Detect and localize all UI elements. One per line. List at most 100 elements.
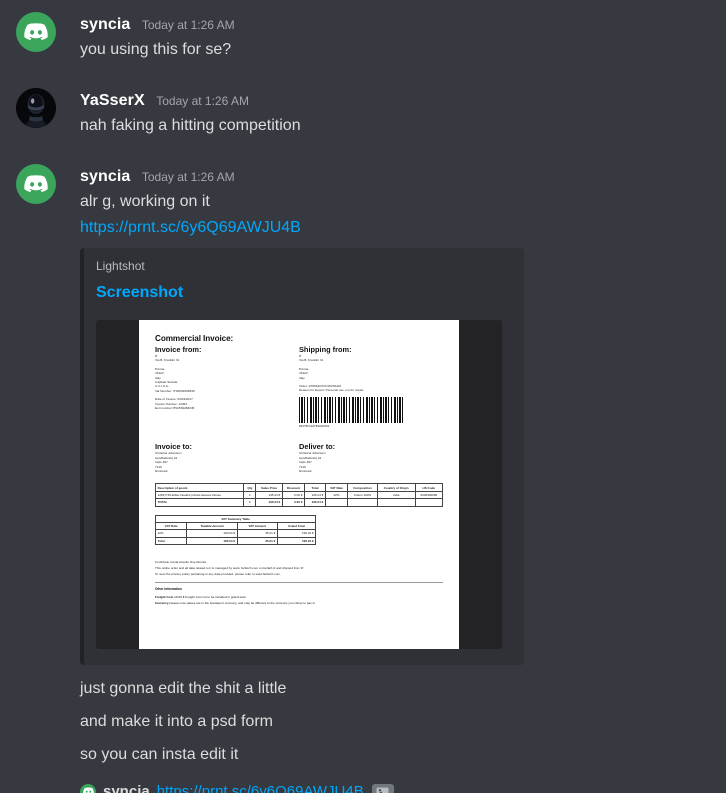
- message-body: syncia Today at 1:26 AM you using this f…: [80, 14, 726, 62]
- cell-total-label: TOTAL: [154, 498, 245, 507]
- divider: [155, 582, 443, 583]
- message-author[interactable]: syncia: [80, 168, 130, 185]
- col-hs-code: HS Code: [414, 483, 444, 492]
- invoice-heading: Commercial Invoice:: [155, 334, 234, 343]
- cell-total-sales-price: 195.24 €: [255, 498, 283, 507]
- message-header: syncia Today at 1:26 AM: [80, 14, 710, 36]
- message-timestamp: Today at 1:26 AM: [141, 170, 235, 184]
- invoice-to-label: Invoice to:: [155, 442, 192, 452]
- avatar[interactable]: [16, 164, 56, 204]
- col-vat-amount: VAT Amount: [236, 521, 278, 531]
- address-line: Denmark: [155, 468, 168, 473]
- col-sales-price: Sales Price: [255, 483, 283, 492]
- cell-description: 12817745-Erika Cavalini printed sleeves …: [154, 490, 245, 500]
- message-author[interactable]: YaSserX: [80, 92, 145, 109]
- col-total: Total: [304, 483, 326, 492]
- message-group: YaSserX Today at 1:26 AM nah faking a hi…: [0, 88, 726, 138]
- discord-logo-icon: [24, 175, 48, 193]
- cell-qty: 1: [243, 490, 257, 500]
- table-header-row: VAT Rate Taxable Amount VAT Amount Grand…: [154, 521, 317, 531]
- table-row: 22% 160.04 € 35.21 € 195.24 €: [154, 529, 317, 538]
- message-header: YaSserX Today at 1:26 AM: [80, 90, 710, 112]
- vat-summary-table: VAT Summary Table VAT Rate Taxable Amoun…: [154, 514, 317, 546]
- eori-number: Eori number:IT02539268345: [155, 406, 195, 411]
- cell-total-grand: 195.24 €: [276, 536, 317, 546]
- cell-country: India: [376, 490, 416, 500]
- cell-vat-rate: 22%: [154, 529, 188, 538]
- cell-discount: 0.00 €: [281, 490, 306, 500]
- shipping-from-address: D' Via B. Franklin 31: [299, 354, 443, 363]
- table-caption-row: VAT Summary Table: [154, 514, 317, 523]
- col-grand-total: Grand Total: [276, 521, 317, 531]
- cell-total-label: Total: [154, 536, 188, 546]
- cell-hs-code: 6206300090: [414, 490, 444, 500]
- address-line: Denmark: [299, 468, 312, 473]
- invoice-from-label: Invoice from:: [155, 345, 202, 354]
- cell-total-total: 195.24 €: [304, 498, 326, 507]
- export-reason: Reason for Export: Personal use, not for…: [299, 388, 364, 393]
- address-line: Vat Number: IT02539268345: [155, 388, 195, 393]
- cell-total-qty: 1: [243, 498, 257, 507]
- cell-empty: [347, 498, 378, 507]
- invoice-from-address: D' Via B. Franklin 31: [155, 354, 299, 363]
- message-timestamp: Today at 1:26 AM: [156, 94, 249, 108]
- col-taxable-amount: Taxable Amount: [186, 521, 238, 531]
- address-line: Via B. Franklin 31: [299, 358, 324, 363]
- link-embed: Lightshot Screenshot Commercial Invoice:…: [80, 248, 524, 665]
- message-group: syncia Today at 1:26 AM alr g, working o…: [0, 164, 726, 767]
- col-vat-rate: VAT Rate: [324, 483, 349, 492]
- cell-taxable: 160.04 €: [186, 529, 238, 538]
- col-composition: Composition: [347, 483, 378, 492]
- cell-empty: [376, 498, 416, 507]
- message-content: alr g, working on it: [80, 193, 210, 210]
- table-total-row: Total 160.04 € 35.21 € 195.24 €: [154, 536, 317, 546]
- col-description: Description of goods: [154, 483, 245, 492]
- message-link[interactable]: https://prnt.sc/6y6Q69AWJU4B: [80, 214, 710, 240]
- message-author[interactable]: syncia: [80, 16, 130, 33]
- table-row: 12817745-Erika Cavalini printed sleeves …: [154, 490, 444, 500]
- export-info: Order: 2X5592/OOO16278442 Reason for Exp…: [299, 384, 443, 393]
- discord-chat-view: syncia Today at 1:26 AM you using this f…: [0, 12, 726, 793]
- avatar[interactable]: [16, 88, 56, 128]
- invoice-footer: Contributo Conai Assolto Ove Dovuto This…: [155, 559, 443, 606]
- message-content: you using this for se?: [80, 41, 232, 58]
- invoice-from-address-2: Parma 43122 Italy Capitale Sociale: C.C.…: [155, 367, 299, 393]
- cell-total-vat: 35.21 €: [236, 536, 278, 546]
- avatar[interactable]: [16, 12, 56, 52]
- message-content: so you can insta edit it: [80, 746, 239, 763]
- cell-sales-price: 195.24 €: [255, 490, 283, 500]
- goods-table: Description of goods Qty Sales Price Dis…: [154, 483, 444, 507]
- freight-cost-value: 10.00 € Freight cost not to be included …: [174, 595, 246, 599]
- message-group: syncia Today at 1:26 AM you using this f…: [0, 12, 726, 62]
- table-total-row: TOTAL 1 195.24 € 0.00 € 195.24 €: [154, 498, 444, 507]
- freight-cost-label: Freight Cost: [155, 595, 174, 599]
- shipping-from-label: Shipping from:: [299, 345, 352, 354]
- cell-grand: 195.24 €: [276, 529, 317, 538]
- deliver-to-address: Christina Johansen GeldSaltoVej 34 Vejle…: [299, 451, 443, 473]
- barcode-number: 05475F102784A2F001: [299, 424, 330, 429]
- discord-logo-icon: [24, 23, 48, 41]
- invoice-meta: Date of Invoice: 03/04/2017 Invoice Numb…: [155, 397, 299, 410]
- partially-visible-message: syncia https://prnt.sc/6y6Q69AWJU4B: [0, 777, 726, 793]
- cell-total-taxable: 160.04 €: [186, 536, 238, 546]
- currency-label: Currency: [155, 601, 169, 605]
- message-link[interactable]: https://prnt.sc/6y6Q69AWJU4B: [157, 783, 364, 793]
- message-header: syncia Today at 1:26 AM: [80, 166, 710, 188]
- other-information-label: Other Information: [155, 587, 182, 591]
- address-line: Italy: [299, 375, 305, 380]
- invoice-to-address: Christina Johansen GeldSaltoVej 34 Vejle…: [155, 451, 299, 473]
- message-author[interactable]: syncia: [103, 783, 150, 793]
- table-header-row: Description of goods Qty Sales Price Dis…: [154, 483, 444, 492]
- embed-title[interactable]: Screenshot: [96, 282, 508, 304]
- message-timestamp: Today at 1:26 AM: [141, 18, 235, 32]
- col-vat-rate: VAT Rate: [154, 521, 188, 531]
- footer-line: To view the privacy policy pertaining to…: [155, 572, 281, 576]
- cell-empty: [414, 498, 444, 507]
- cell-vat-rate: 22%: [324, 490, 349, 500]
- avatar[interactable]: [80, 783, 96, 793]
- shipping-from-address-2: Parma 43122 Italy: [299, 367, 443, 380]
- masked-figure-icon: [16, 88, 56, 128]
- commercial-invoice-document: Commercial Invoice: Invoice from: D' Via…: [139, 320, 459, 649]
- col-country-of-origin: Country of Origin: [376, 483, 416, 492]
- embed-image[interactable]: Commercial Invoice: Invoice from: D' Via…: [96, 320, 502, 649]
